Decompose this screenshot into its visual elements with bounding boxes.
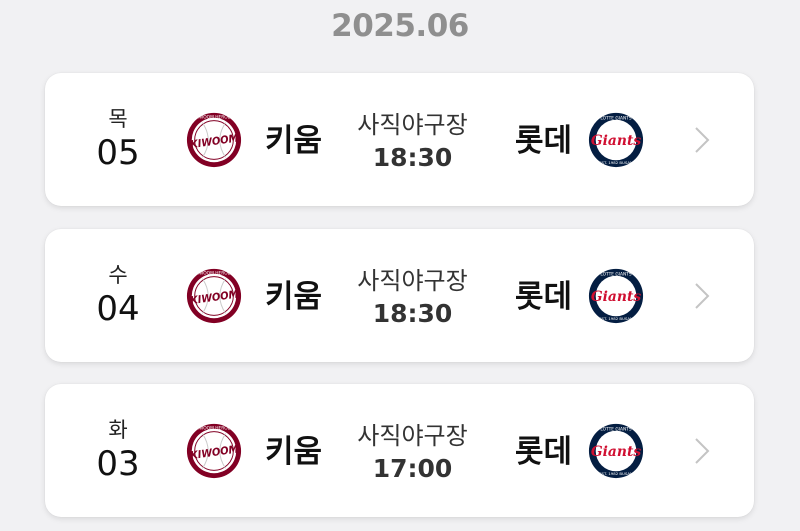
month-title: 2025.06 (331, 8, 469, 44)
day-number: 05 (96, 133, 140, 173)
game-info: 사직야구장 18:30 (335, 73, 490, 206)
lotte-giants-logo: LOTTE GIANTS Giants EST. 1982 BUSAN (588, 423, 644, 479)
game-card[interactable]: 수 04 KIWOOM HEROES KIWOOM 키움 사직야구장 18:30… (45, 229, 754, 362)
away-team: 롯데 (515, 279, 573, 315)
home-team: 키움 (265, 279, 323, 315)
kiwoom-heroes-logo: KIWOOM HEROES KIWOOM (186, 112, 242, 168)
away-team: 롯데 (515, 434, 573, 470)
svg-text:KIWOOM HEROES: KIWOOM HEROES (195, 271, 234, 277)
game-card[interactable]: 목 05 KIWOOM HEROES KIWOOM 키움 사직야구장 18:30… (45, 73, 754, 206)
svg-text:KIWOOM HEROES: KIWOOM HEROES (195, 426, 234, 432)
kiwoom-heroes-logo: KIWOOM HEROES KIWOOM (186, 423, 242, 479)
kiwoom-heroes-logo: KIWOOM HEROES KIWOOM (186, 268, 242, 324)
day-of-week: 수 (108, 263, 128, 287)
lotte-giants-logo: LOTTE GIANTS Giants EST. 1982 BUSAN (588, 112, 644, 168)
svg-text:LOTTE GIANTS: LOTTE GIANTS (600, 427, 632, 433)
svg-text:LOTTE GIANTS: LOTTE GIANTS (600, 272, 632, 278)
day-number: 04 (96, 289, 140, 329)
day-number: 03 (96, 444, 140, 484)
game-info: 사직야구장 17:00 (335, 384, 490, 517)
chevron-right-icon[interactable] (693, 125, 711, 155)
day-of-week: 화 (108, 418, 128, 442)
chevron-right-icon[interactable] (693, 281, 711, 311)
home-team: 키움 (265, 123, 323, 159)
game-date: 화 03 (85, 384, 151, 517)
day-of-week: 목 (108, 107, 128, 131)
svg-text:EST. 1982 BUSAN: EST. 1982 BUSAN (599, 471, 633, 476)
svg-text:EST. 1982 BUSAN: EST. 1982 BUSAN (599, 316, 633, 321)
chevron-right-icon[interactable] (693, 436, 711, 466)
game-info: 사직야구장 18:30 (335, 229, 490, 362)
venue: 사직야구장 (357, 267, 468, 295)
game-time: 17:00 (372, 454, 453, 483)
svg-text:Giants: Giants (591, 133, 642, 149)
svg-text:KIWOOM HEROES: KIWOOM HEROES (195, 115, 234, 121)
game-card[interactable]: 화 03 KIWOOM HEROES KIWOOM 키움 사직야구장 17:00… (45, 384, 754, 517)
venue: 사직야구장 (357, 111, 468, 139)
game-date: 수 04 (85, 229, 151, 362)
home-team: 키움 (265, 434, 323, 470)
svg-text:Giants: Giants (591, 289, 642, 305)
game-time: 18:30 (372, 299, 453, 328)
svg-text:LOTTE GIANTS: LOTTE GIANTS (600, 116, 632, 122)
svg-text:Giants: Giants (591, 444, 642, 460)
game-time: 18:30 (372, 143, 453, 172)
svg-text:EST. 1982 BUSAN: EST. 1982 BUSAN (599, 160, 633, 165)
away-team: 롯데 (515, 123, 573, 159)
game-date: 목 05 (85, 73, 151, 206)
venue: 사직야구장 (357, 422, 468, 450)
lotte-giants-logo: LOTTE GIANTS Giants EST. 1982 BUSAN (588, 268, 644, 324)
